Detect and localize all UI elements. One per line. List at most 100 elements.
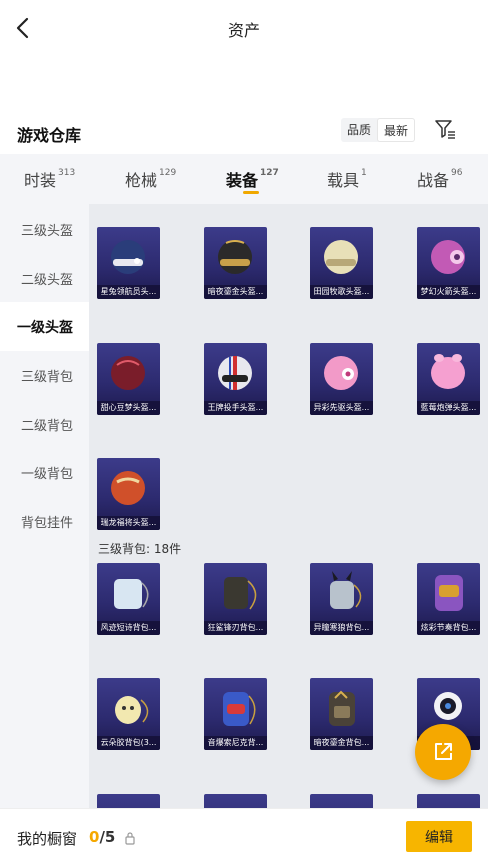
helmet-shell [431, 357, 465, 389]
item-card[interactable]: 风迹短诗背包... [97, 563, 160, 635]
item-card[interactable]: 狂鲨锋刃背包... [204, 563, 267, 635]
page-title: 资产 [227, 21, 260, 40]
showcase-label: 我的橱窗 [17, 830, 78, 848]
item-name: 风迹短诗背包... [97, 621, 160, 635]
helmet-icon [218, 356, 252, 390]
item-card[interactable]: 星兔领航员头... [97, 227, 160, 299]
sidebar-item-level1-helmet[interactable]: 一级头盔 [0, 302, 89, 351]
tab-label: 枪械 [125, 171, 158, 190]
backpack-body [330, 581, 354, 609]
helmet-icon [111, 356, 145, 390]
helmet-icon [324, 240, 358, 274]
item-card[interactable]: 音爆索尼克背... [204, 678, 267, 750]
warehouse-title: 游戏仓库 [17, 126, 82, 145]
helmet-icon [431, 240, 465, 274]
tab-label: 装备 [226, 171, 259, 190]
item-name: 田园牧歌头盔... [310, 285, 373, 299]
tab-fashion[interactable]: 时装 313 [24, 154, 75, 204]
item-name: 甜心豆梦头盔... [97, 401, 160, 415]
tab-vehicles[interactable]: 载具 1 [327, 154, 367, 204]
backpack-icon [223, 692, 256, 726]
tab-count: 129 [159, 168, 177, 178]
item-card[interactable] [204, 794, 267, 808]
showcase-total: /5 [99, 828, 116, 846]
backpack-icon [330, 571, 362, 609]
tab-label: 时装 [24, 171, 57, 190]
item-card[interactable]: 甜心豆梦头盔... [97, 343, 160, 415]
tab-count: 127 [260, 168, 279, 178]
item-card[interactable]: 田园牧歌头盔... [310, 227, 373, 299]
helmet-icon [111, 471, 145, 505]
filter-icon[interactable] [434, 118, 456, 140]
item-card[interactable]: 暗夜鎏金背包... [310, 678, 373, 750]
lock-icon [125, 832, 135, 845]
item-card[interactable]: 瑞龙福将头盔... [97, 458, 160, 530]
sort-latest-option[interactable]: 最新 [377, 118, 416, 142]
tab-label: 载具 [327, 171, 360, 190]
helmet-shell [218, 240, 252, 274]
item-name: 音爆索尼克背... [204, 736, 267, 750]
section-header-level3-backpack: 三级背包: 18件 [98, 542, 182, 556]
bottom-bar: 我的橱窗 0/5 编辑 [0, 808, 488, 864]
tab-equipment[interactable]: 装备 127 [226, 154, 279, 204]
helmet-shell [111, 471, 145, 505]
item-name: 星兔领航员头... [97, 285, 160, 299]
item-name: 炫彩节奏背包... [417, 621, 480, 635]
item-name: 暗夜鎏金头盔... [204, 285, 267, 299]
sidebar-item-level3-helmet[interactable]: 三级头盔 [0, 205, 89, 254]
category-tabs: 时装 313 枪械 129 装备 127 载具 1 战备 96 [0, 154, 488, 204]
sidebar-item-level3-backpack[interactable]: 三级背包 [0, 351, 89, 400]
sort-toggle: 品质 最新 [341, 118, 416, 142]
item-name: 梦幻火箭头盔... [417, 285, 480, 299]
item-name: 云朵胶背包(3... [97, 736, 160, 750]
item-card[interactable]: 暗夜鎏金头盔... [204, 227, 267, 299]
item-card[interactable]: 王牌投手头盔... [204, 343, 267, 415]
item-name: 王牌投手头盔... [204, 401, 267, 415]
tab-count: 96 [451, 168, 463, 178]
helmet-icon [111, 240, 145, 274]
showcase-count: 0/5 [89, 828, 115, 846]
item-card[interactable]: 异瞳寒狼背包... [310, 563, 373, 635]
item-name: 藍莓炮弹头盔... [417, 401, 480, 415]
sidebar-item-level2-helmet[interactable]: 二级头盔 [0, 254, 89, 303]
backpack-icon [329, 690, 355, 726]
item-card[interactable]: 藍莓炮弹头盔... [417, 343, 480, 415]
item-name: 瑞龙福将头盔... [97, 516, 160, 530]
tab-count: 1 [361, 168, 367, 178]
helmet-shell [111, 240, 145, 274]
external-link-icon [435, 743, 452, 760]
subcategory-sidebar: 三级头盔 二级头盔 一级头盔 三级背包 二级背包 一级背包 背包挂件 [0, 204, 89, 808]
sidebar-item-level2-backpack[interactable]: 二级背包 [0, 400, 89, 449]
tab-label: 战备 [417, 171, 450, 190]
backpack-icon [435, 575, 463, 611]
item-card[interactable]: 异彩先驱头盔... [310, 343, 373, 415]
backpack-body [224, 577, 248, 609]
item-card[interactable] [310, 794, 373, 808]
tab-count: 313 [58, 168, 76, 178]
helmet-icon [324, 356, 358, 390]
tab-combat-supplies[interactable]: 战备 96 [417, 154, 462, 204]
item-name: 暗夜鎏金背包... [310, 736, 373, 750]
item-card[interactable] [97, 794, 160, 808]
active-tab-indicator [243, 191, 259, 194]
backpack-icon [114, 579, 149, 609]
backpack-body [114, 579, 142, 609]
share-button[interactable] [415, 724, 471, 780]
item-name: 异彩先驱头盔... [310, 401, 373, 415]
edit-button[interactable]: 编辑 [406, 821, 472, 852]
item-name: 异瞳寒狼背包... [310, 621, 373, 635]
tab-weapons[interactable]: 枪械 129 [125, 154, 176, 204]
item-grid: 星兔领航员头... 暗夜鎏金头盔... 田园牧歌头盔... 梦幻火箭头盔... … [89, 204, 488, 808]
sidebar-item-level1-backpack[interactable]: 一级背包 [0, 448, 89, 497]
item-name: 狂鲨锋刃背包... [204, 621, 267, 635]
showcase-current: 0 [89, 828, 100, 846]
backpack-body [115, 696, 141, 724]
item-card[interactable]: 炫彩节奏背包... [417, 563, 480, 635]
helmet-shell [324, 240, 358, 274]
item-card[interactable] [417, 794, 480, 808]
item-card[interactable]: 云朵胶背包(3... [97, 678, 160, 750]
item-card[interactable]: 梦幻火箭头盔... [417, 227, 480, 299]
sort-quality-option[interactable]: 品质 [341, 118, 377, 142]
helmet-icon [431, 354, 465, 389]
sidebar-item-backpack-charm[interactable]: 背包挂件 [0, 497, 89, 546]
